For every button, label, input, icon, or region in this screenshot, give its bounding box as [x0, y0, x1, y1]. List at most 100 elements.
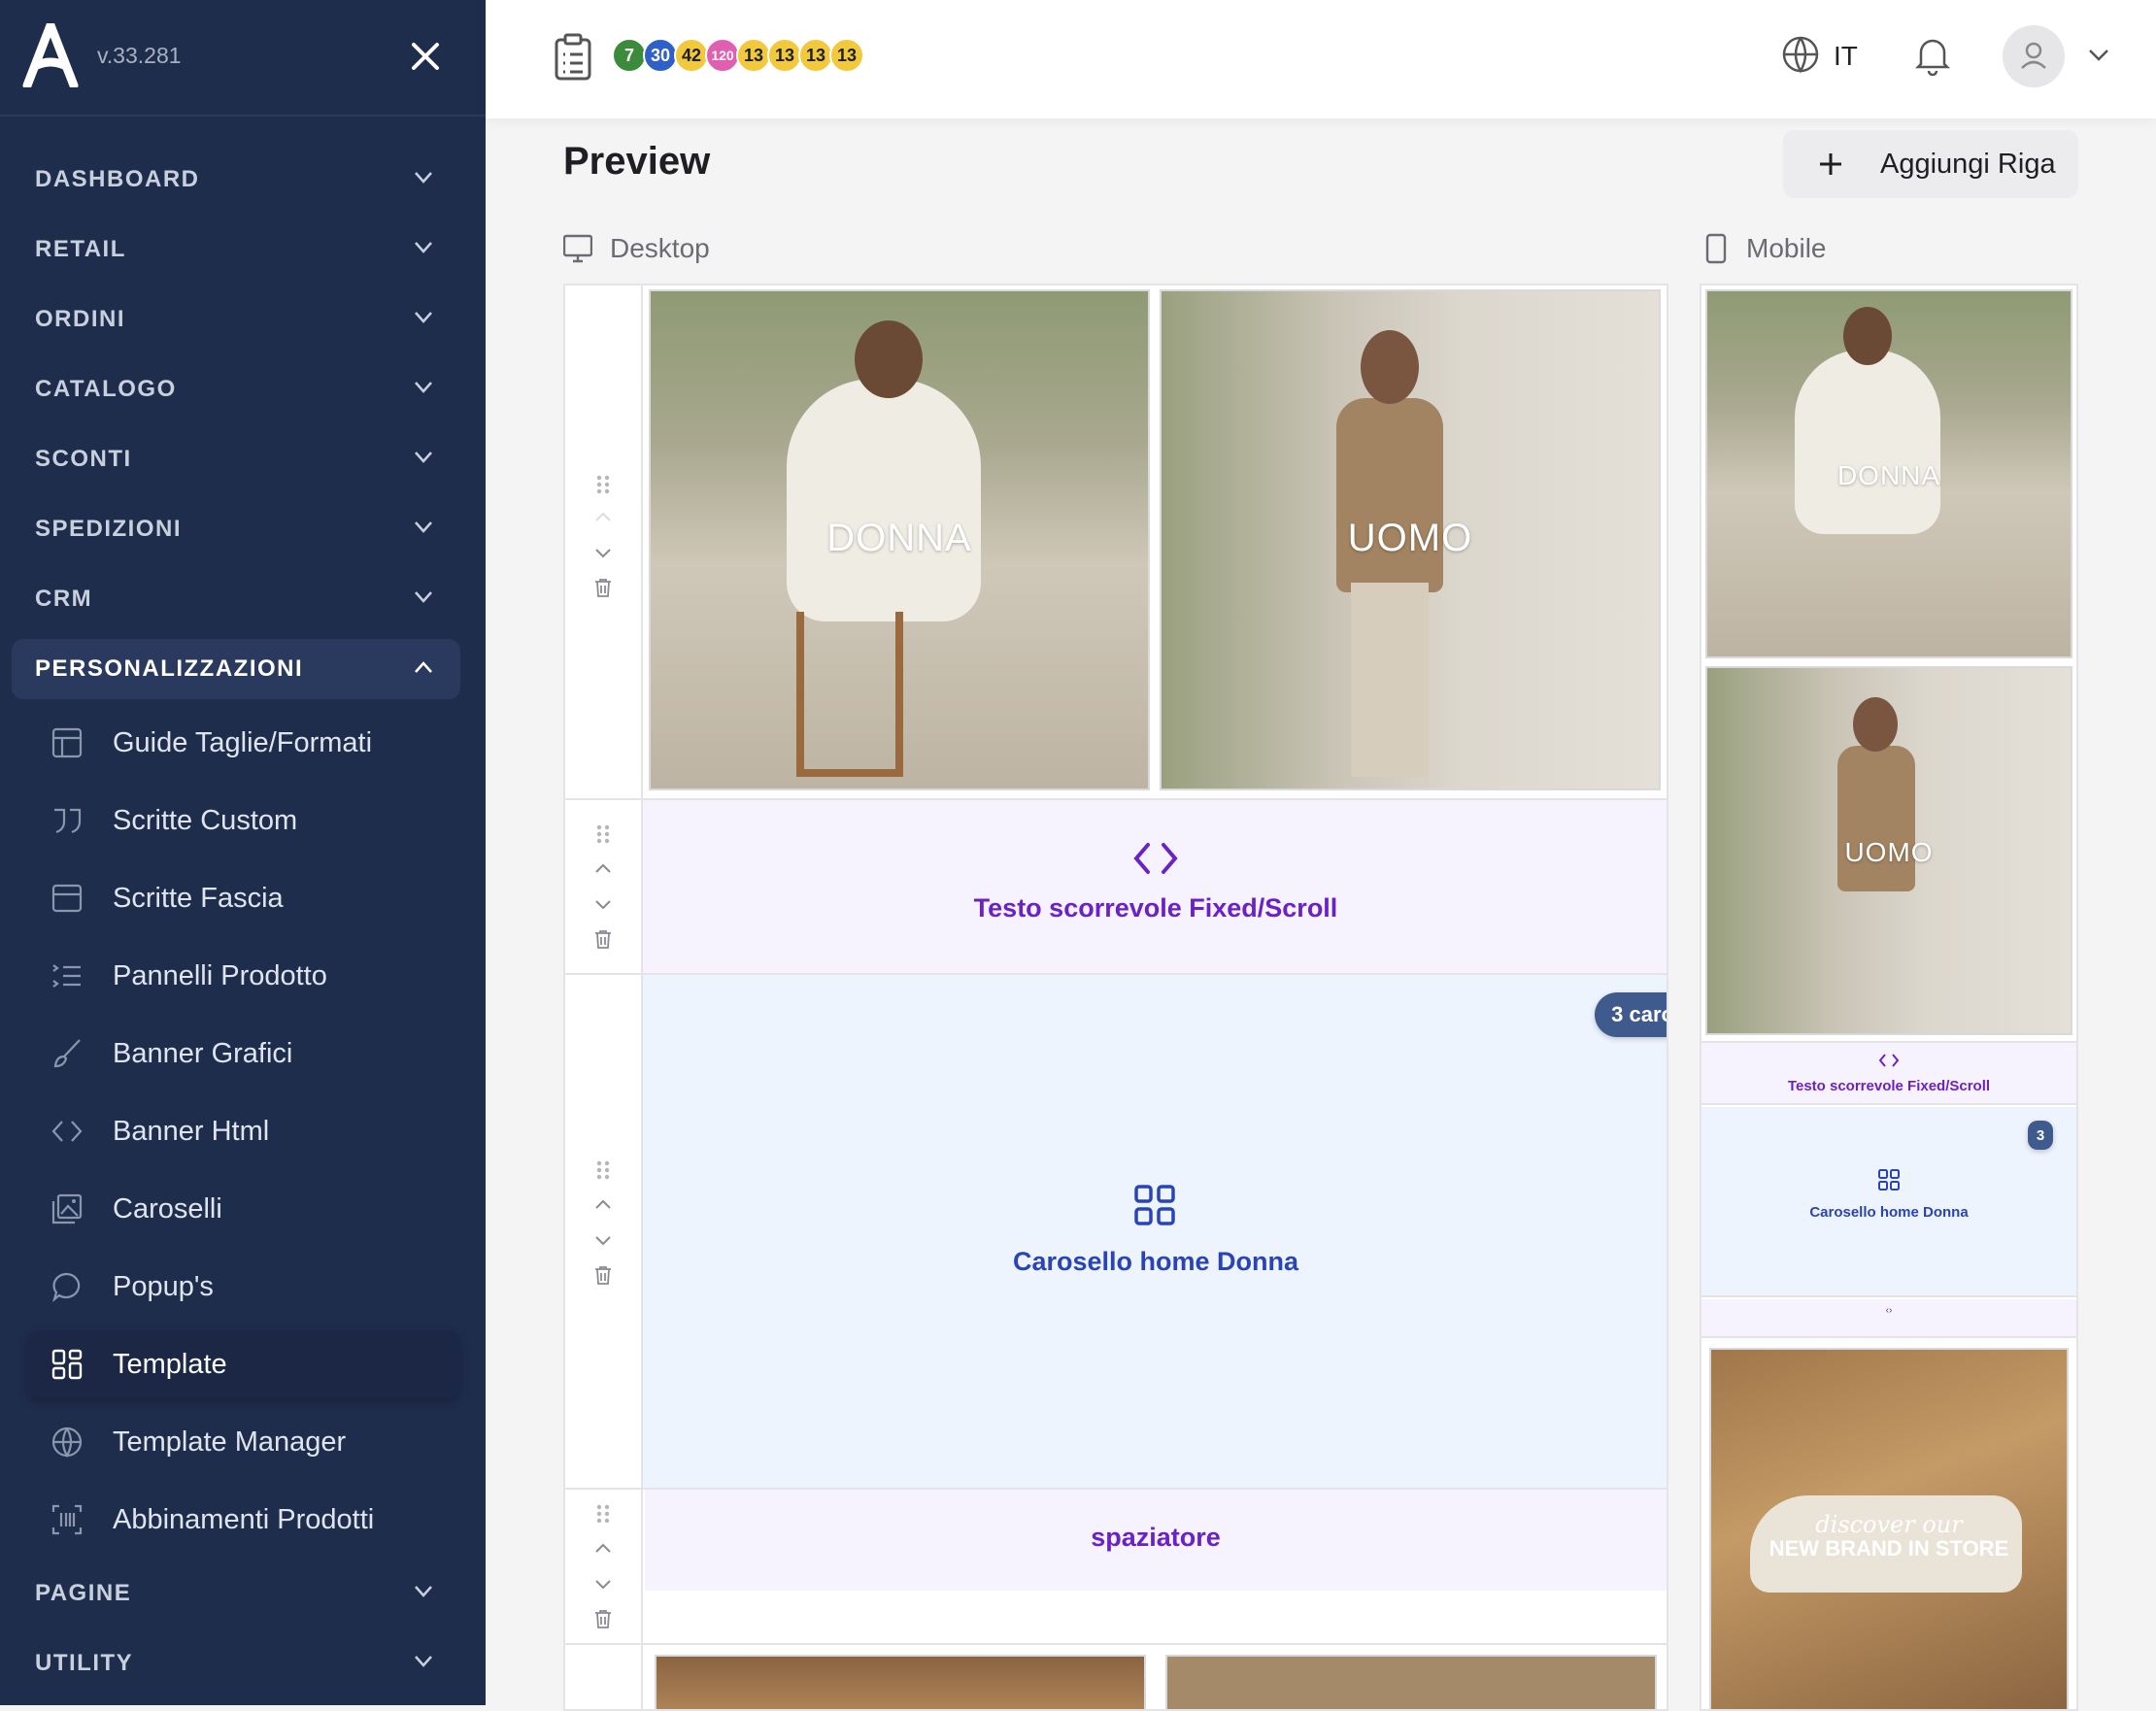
bell-icon[interactable] [1913, 35, 1952, 76]
mobile-banner-donna[interactable]: DONNA [1705, 289, 2072, 658]
topbar: 7 30 42 120 13 13 13 13 IT [486, 0, 2156, 118]
sidebar-item-template[interactable]: Template [27, 1330, 460, 1398]
row-content[interactable]: 3 caroselli Carosello home Donna [645, 975, 1667, 1488]
chevron-down-icon[interactable] [592, 893, 614, 915]
sidebar-item-scritte-fascia[interactable]: Scritte Fascia [27, 864, 460, 932]
chevron-up-icon[interactable] [592, 1538, 614, 1560]
chevron-down-icon[interactable] [2088, 49, 2109, 62]
nav-section-pagine[interactable]: PAGINE [12, 1563, 460, 1624]
sidebar-item-template-manager[interactable]: Template Manager [27, 1408, 460, 1476]
chevron-up-icon[interactable] [592, 858, 614, 880]
badge-value: 7 [623, 45, 634, 65]
quote-icon [54, 808, 82, 834]
nav-section-utility[interactable]: UTILITY [12, 1633, 460, 1694]
figure-head [1853, 697, 1898, 752]
chair-shape [796, 612, 903, 777]
app-logo[interactable] [21, 23, 80, 87]
trash-icon[interactable] [592, 1608, 614, 1629]
nav-section-label: CATALOGO [35, 376, 177, 402]
mobile-banner-uomo[interactable]: UOMO [1705, 666, 2072, 1035]
nav-section-dashboard[interactable]: DASHBOARD [12, 150, 460, 210]
nav-section-label: DASHBOARD [35, 166, 200, 192]
chevron-down-icon [415, 382, 432, 393]
sidebar-item-banner-grafici[interactable]: Banner Grafici [27, 1020, 460, 1088]
figure-head [1361, 330, 1419, 404]
nav-section-spedizioni[interactable]: SPEDIZIONI [12, 499, 460, 559]
mobile-ticker[interactable]: Testo scorrevole Fixed/Scroll [1701, 1041, 2076, 1105]
banner-image[interactable] [1165, 1655, 1657, 1709]
add-row-button[interactable]: Aggiungi Riga [1783, 130, 2078, 198]
banner-strip-icon [51, 884, 83, 913]
count-badge[interactable]: 42 [674, 38, 709, 73]
row-content[interactable]: spaziatore [645, 1490, 1667, 1643]
nav-section-retail[interactable]: RETAIL [12, 219, 460, 280]
chevron-down-icon [415, 1586, 432, 1597]
desktop-icon [563, 234, 592, 263]
mobile-spacer[interactable]: ‹› [1701, 1299, 2076, 1338]
trash-icon[interactable] [592, 928, 614, 950]
clipboard-icon[interactable] [554, 33, 592, 82]
banner-image-uomo[interactable]: UOMO [1160, 289, 1661, 790]
template-row-spacer: spaziatore [565, 1490, 1667, 1645]
drag-handle-icon[interactable] [592, 823, 614, 845]
nav-section-label: ORDINI [35, 306, 125, 332]
drag-handle-icon[interactable] [592, 1503, 614, 1525]
banner-label: UOMO [1844, 837, 1934, 867]
desktop-label: Desktop [610, 233, 710, 263]
sidebar-item-pannelli-prodotto[interactable]: Pannelli Prodotto [27, 942, 460, 1010]
code-icon [1133, 843, 1178, 874]
carousel-label: Carosello home Donna [1809, 1204, 1969, 1221]
nav-section-ordini[interactable]: ORDINI [12, 289, 460, 350]
row-handle [565, 1490, 643, 1643]
globe-icon[interactable] [1781, 35, 1820, 74]
sidebar-header: v.33.281 [0, 0, 486, 117]
banner-image-donna[interactable]: DONNA [649, 289, 1150, 790]
language-selector[interactable]: IT [1834, 41, 1858, 72]
close-icon[interactable] [408, 39, 443, 74]
count-badge[interactable]: 13 [829, 38, 864, 73]
nav-section-crm[interactable]: CRM [12, 569, 460, 629]
badge-value: 30 [650, 45, 671, 65]
avatar[interactable] [2003, 25, 2065, 87]
nav-section-sconti[interactable]: SCONTI [12, 429, 460, 489]
row-content[interactable]: Testo scorrevole Fixed/Scroll [645, 800, 1667, 973]
chevron-down-icon[interactable] [592, 1573, 614, 1594]
sidebar-item-popups[interactable]: Popup's [27, 1253, 460, 1321]
nav-section-personalizzazioni[interactable]: PERSONALIZZAZIONI [12, 639, 460, 699]
sidebar-item-banner-html[interactable]: Banner Html [27, 1097, 460, 1165]
sidebar-item-label: Banner Grafici [113, 1038, 293, 1069]
figure-shape [1795, 350, 1940, 534]
sidebar-item-guide-taglie[interactable]: Guide Taglie/Formati [27, 709, 460, 777]
sidebar-item-label: Banner Html [113, 1116, 270, 1147]
grid-icon [51, 1349, 83, 1380]
count-badge[interactable]: 7 [612, 38, 647, 73]
chevron-down-icon[interactable] [592, 542, 614, 563]
badge-value: 120 [711, 48, 734, 63]
chevron-up-icon[interactable] [592, 1194, 614, 1216]
banner-image[interactable] [655, 1655, 1146, 1709]
trash-icon[interactable] [592, 577, 614, 598]
mobile-promo-banner[interactable]: discover our NEW BRAND IN STORE [1709, 1348, 2069, 1709]
trash-icon[interactable] [592, 1264, 614, 1286]
carousel-count-badge: 3 caroselli [1595, 992, 1667, 1037]
count-badge[interactable]: 13 [767, 38, 802, 73]
sidebar-item-caroselli[interactable]: Caroselli [27, 1175, 460, 1243]
count-badge[interactable]: 13 [736, 38, 771, 73]
count-badge[interactable]: 30 [643, 38, 678, 73]
chevron-down-icon[interactable] [592, 1229, 614, 1251]
nav-section-catalogo[interactable]: CATALOGO [12, 359, 460, 419]
plus-icon [1820, 153, 1841, 175]
spacer-label: spaziatore [1091, 1523, 1221, 1552]
drag-handle-icon[interactable] [592, 1159, 614, 1181]
code-icon [1878, 1054, 1900, 1067]
template-row-partial [565, 1645, 1667, 1709]
drag-handle-icon[interactable] [592, 474, 614, 495]
mobile-carousel[interactable]: 3 Carosello home Donna [1701, 1107, 2076, 1297]
figure-head [1843, 307, 1892, 365]
sidebar-item-abbinamenti[interactable]: Abbinamenti Prodotti [27, 1486, 460, 1554]
chevron-up-icon[interactable] [592, 507, 614, 528]
sidebar-item-scritte-custom[interactable]: Scritte Custom [27, 787, 460, 855]
count-badge[interactable]: 13 [798, 38, 833, 73]
count-badge[interactable]: 120 [705, 38, 740, 73]
nav-section-label: CRM [35, 586, 93, 612]
